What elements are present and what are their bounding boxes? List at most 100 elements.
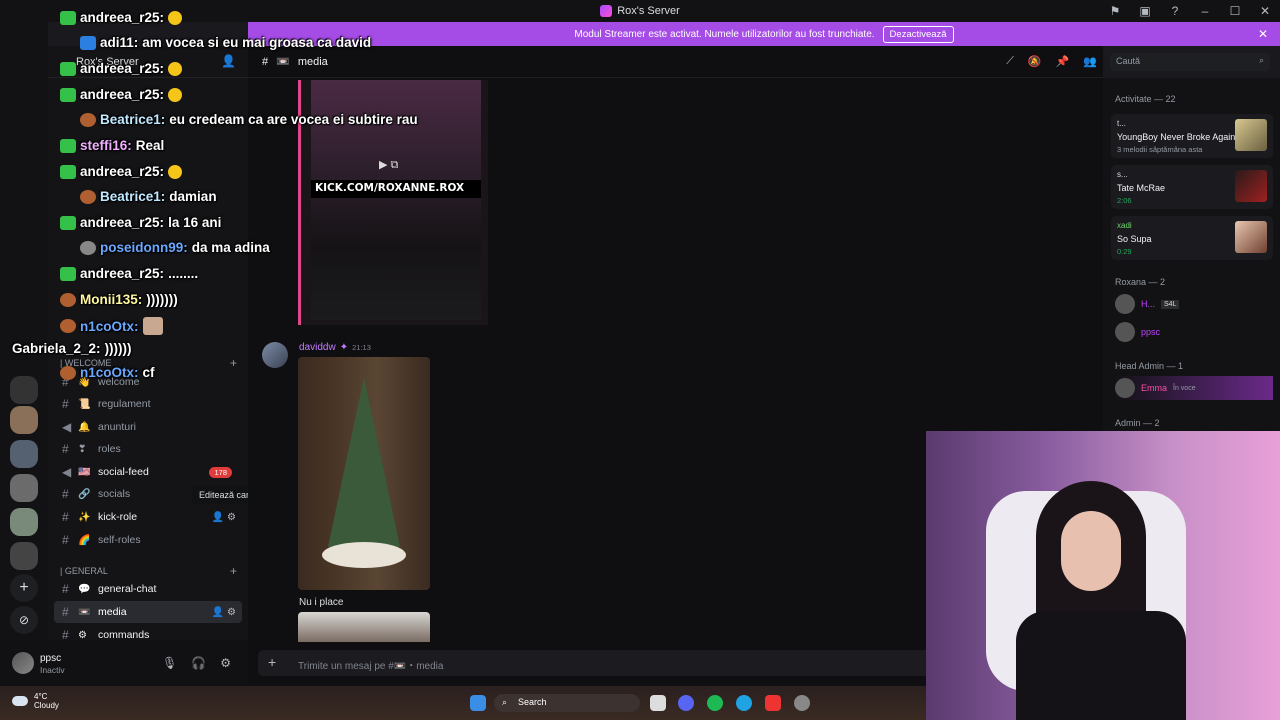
add-channel-icon[interactable]: +: [230, 564, 237, 578]
avatar[interactable]: [262, 342, 288, 368]
channel-media[interactable]: # 📼 media 👤 ⚙: [54, 601, 242, 623]
server-icon[interactable]: [10, 406, 38, 434]
discord-icon[interactable]: [678, 695, 694, 711]
obs-icon[interactable]: [794, 695, 810, 711]
server-icon[interactable]: [10, 508, 38, 536]
close-window-icon[interactable]: ✕: [1250, 4, 1280, 18]
activity-card[interactable]: t... YoungBoy Never Broke Again 3 melodi…: [1111, 114, 1273, 158]
activity-title: Tate McRae: [1117, 183, 1166, 193]
channel-general-chat[interactable]: # 💬 general-chat: [54, 578, 242, 600]
maximize-icon[interactable]: ☐: [1220, 4, 1250, 18]
channel-label: media: [98, 606, 127, 618]
attach-plus-icon[interactable]: +: [268, 654, 276, 670]
album-art: [1235, 119, 1267, 151]
streamer-mode-banner: Modul Streamer este activat. Numele util…: [248, 22, 1280, 46]
tree-skirt-shape: [322, 542, 406, 568]
flag-icon[interactable]: ⚑: [1100, 4, 1130, 18]
member-row[interactable]: Emma În voce: [1115, 376, 1273, 400]
channel-roles[interactable]: # ❣ roles: [54, 438, 242, 460]
file-explorer-icon[interactable]: [650, 695, 666, 711]
header-tools: ⟋ 🔕 📌 👥: [1006, 55, 1097, 68]
activity-title: YoungBoy Never Broke Again: [1117, 132, 1236, 142]
discover-icon[interactable]: ⊘: [10, 606, 38, 634]
server-icon[interactable]: [10, 474, 38, 502]
activity-card[interactable]: xadi So Supa 0:29: [1111, 216, 1273, 260]
avatar[interactable]: [12, 652, 34, 674]
headphones-icon[interactable]: 🎧: [191, 656, 206, 670]
close-icon[interactable]: ✕: [1258, 27, 1268, 41]
channel-welcome[interactable]: # 👋 welcome: [54, 371, 242, 393]
author-name[interactable]: daviddw: [299, 342, 336, 353]
settings-gear-icon[interactable]: ⚙: [220, 656, 231, 670]
video-attachment[interactable]: ▶ ⧉ KICK.COM/ROXANNE.ROX: [298, 80, 488, 325]
channel-settings-icon[interactable]: 👤 ⚙: [212, 512, 236, 523]
video-frame: [311, 80, 481, 320]
channel-settings-icon[interactable]: 👤 ⚙: [212, 607, 236, 618]
server-icon[interactable]: [10, 376, 38, 404]
channel-label: self-roles: [98, 534, 141, 546]
search-input[interactable]: Caută ⌕: [1110, 53, 1270, 71]
user-name: ppsc: [40, 653, 62, 664]
taskbar-search[interactable]: ⌕ Search: [494, 694, 640, 712]
image-attachment[interactable]: [298, 357, 430, 590]
member-tag: S4L: [1161, 299, 1180, 309]
megaphone-icon: ◀: [62, 420, 72, 434]
activity-card[interactable]: s... Tate McRae 2:06: [1111, 165, 1273, 209]
member-row[interactable]: ppsc: [1115, 320, 1273, 344]
channel-anunturi[interactable]: ◀ 🔔 anunturi: [54, 416, 242, 438]
weather-widget[interactable]: 4°C Cloudy: [12, 692, 59, 710]
channel-emoji: 🔔: [78, 421, 91, 433]
message-composer[interactable]: + Trimite un mesaj pe #📼・media: [258, 650, 958, 676]
channel-label: regulament: [98, 398, 151, 410]
album-art: [1235, 170, 1267, 202]
discord-window: Rox's Server ⚑ ▣ ? – ☐ ✕ + ⊘ Rox's Serve…: [0, 0, 1280, 720]
image-attachment[interactable]: [298, 612, 430, 642]
channel-emoji: 💬: [78, 583, 91, 595]
shirt-shape: [1016, 611, 1186, 720]
cloud-icon: [12, 696, 28, 706]
server-icon[interactable]: [10, 440, 38, 468]
notifications-icon[interactable]: 🔕: [1028, 55, 1042, 68]
category-general[interactable]: | GENERAL +: [60, 564, 237, 578]
microphone-icon[interactable]: 🎙: [162, 656, 177, 670]
window-title-text: Rox's Server: [617, 5, 680, 17]
members-icon[interactable]: 👥: [1083, 55, 1097, 68]
server-header[interactable]: Rox's Server 👤: [48, 46, 248, 78]
invite-icon[interactable]: 👤: [221, 54, 236, 68]
add-channel-icon[interactable]: +: [230, 356, 237, 370]
activity-sub: 0:29: [1117, 247, 1132, 256]
add-server-icon[interactable]: +: [10, 574, 38, 602]
help-icon[interactable]: ?: [1160, 4, 1190, 18]
category-welcome[interactable]: | WELCOME +: [60, 356, 237, 370]
channel-social-feed[interactable]: ◀ 🇺🇸 social-feed 178: [54, 461, 242, 483]
channel-kick-role[interactable]: # ✨ kick-role 👤 ⚙: [54, 506, 242, 528]
hash-icon: #: [62, 442, 69, 456]
channel-label: social-feed: [98, 466, 149, 478]
spotify-icon[interactable]: [707, 695, 723, 711]
channel-label: kick-role: [98, 511, 138, 523]
inbox-icon[interactable]: ▣: [1130, 4, 1160, 18]
disable-streamer-button[interactable]: Dezactivează: [882, 25, 954, 43]
hash-icon: #: [262, 55, 269, 68]
channel-regulament[interactable]: # 📜 regulament: [54, 393, 242, 415]
category-label: | WELCOME: [60, 358, 112, 368]
server-logo-icon: [600, 5, 613, 17]
role-header-admin: Admin — 2: [1115, 418, 1160, 428]
windows-taskbar: 4°C Cloudy ⌕ Search: [0, 686, 926, 720]
play-icon[interactable]: ▶ ⧉: [379, 158, 398, 172]
app-icon[interactable]: [765, 695, 781, 711]
start-icon[interactable]: [470, 695, 486, 711]
threads-icon[interactable]: ⟋: [1006, 55, 1014, 68]
channel-header-emoji: 📼: [276, 56, 290, 68]
message-header: daviddw ✦ 21:13: [299, 342, 371, 353]
minimize-icon[interactable]: –: [1190, 4, 1220, 18]
channel-emoji: 📜: [78, 398, 91, 410]
member-row[interactable]: H... S4L: [1115, 292, 1273, 316]
server-icon[interactable]: [10, 542, 38, 570]
channel-self-roles[interactable]: # 🌈 self-roles: [54, 529, 242, 551]
pin-icon[interactable]: 📌: [1056, 55, 1070, 68]
message-time: 21:13: [352, 343, 371, 352]
channel-emoji: 🇺🇸: [78, 466, 91, 478]
edge-icon[interactable]: [736, 695, 752, 711]
album-art: [1235, 221, 1267, 253]
